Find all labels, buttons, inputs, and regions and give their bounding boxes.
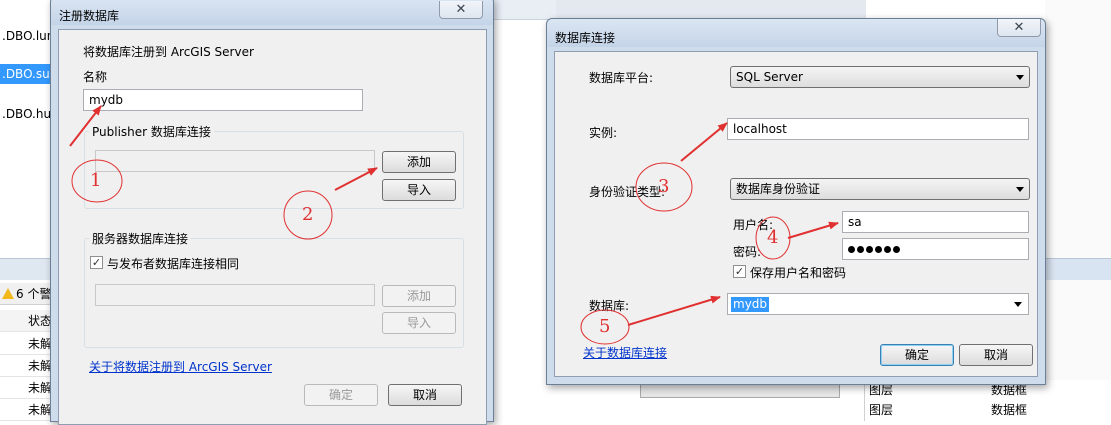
instance-input[interactable]: localhost — [727, 118, 1029, 140]
password-dot — [857, 246, 864, 253]
background-panel-band — [0, 258, 56, 280]
intro-text: 将数据库注册到 ArcGIS Server — [83, 45, 254, 59]
close-button[interactable]: ✕ — [997, 19, 1041, 37]
auth-type-select[interactable]: 数据库身份验证 — [730, 178, 1030, 200]
annotation-step-number: 2 — [302, 204, 314, 225]
database-connection-dialog: 数据库连接 ✕ 数据库平台: SQL Server 实例: localhost … — [546, 18, 1046, 385]
password-dot — [866, 246, 873, 253]
cancel-button[interactable]: 取消 — [388, 384, 462, 406]
same-as-publisher-checkbox[interactable]: ✓ — [90, 256, 103, 269]
instance-label: 实例: — [589, 126, 618, 140]
background-toolbar — [490, 0, 556, 20]
chevron-down-icon — [1016, 75, 1024, 80]
ok-button[interactable]: 确定 — [304, 384, 378, 406]
chevron-down-icon — [1014, 302, 1022, 307]
server-group-label: 服务器数据库连接 — [89, 230, 192, 247]
auth-type-value: 数据库身份验证 — [736, 182, 821, 196]
dialog-title: 注册数据库 — [59, 9, 120, 23]
publisher-group-label: Publisher 数据库连接 — [89, 123, 214, 140]
database-label: 数据库: — [589, 299, 630, 313]
about-register-link[interactable]: 关于将数据注册到 ArcGIS Server — [89, 358, 272, 375]
import-button[interactable]: 导入 — [382, 179, 456, 201]
dialog-client-area: 将数据库注册到 ArcGIS Server 名称 mydb Publisher … — [58, 29, 487, 425]
background-list-item[interactable]: .DBO.hua — [0, 104, 56, 124]
platform-select[interactable]: SQL Server — [730, 66, 1030, 88]
password-input[interactable] — [842, 238, 1029, 260]
password-mask — [848, 242, 902, 256]
annotation-step-number: 4 — [767, 227, 779, 248]
about-connection-link[interactable]: 关于数据库连接 — [583, 344, 667, 361]
background-right-pane — [1045, 0, 1111, 421]
background-list-item[interactable]: .DBO.lun — [0, 26, 56, 46]
database-value: mydb — [731, 297, 770, 312]
password-dot — [848, 246, 855, 253]
warning-count: 6 个警 — [16, 287, 52, 301]
dialog-titlebar[interactable]: 注册数据库 ✕ — [51, 0, 493, 25]
annotation-step-number: 3 — [658, 176, 670, 197]
table-row[interactable]: 未解 — [0, 355, 56, 377]
background-warning-bar[interactable]: 6 个警 — [0, 283, 56, 305]
annotation-step-number: 5 — [599, 316, 611, 337]
server-add-button[interactable]: 添加 — [382, 285, 456, 307]
ok-button[interactable]: 确定 — [880, 344, 954, 366]
close-icon: ✕ — [455, 2, 467, 17]
server-connection-field — [95, 284, 375, 306]
add-button[interactable]: 添加 — [382, 151, 456, 173]
auth-type-label: 身份验证类型: — [589, 185, 666, 199]
chevron-down-icon — [1016, 187, 1024, 192]
database-combobox[interactable]: mydb — [727, 293, 1029, 315]
save-credentials-checkbox[interactable]: ✓ — [733, 265, 746, 278]
background-layer-list: 图层 数据框 图层 数据框 — [864, 380, 1111, 421]
password-dot — [875, 246, 882, 253]
same-as-publisher-label: 与发布者数据库连接相同 — [107, 257, 240, 271]
save-credentials-label: 保存用户名和密码 — [750, 266, 847, 280]
username-input[interactable]: sa — [842, 211, 1029, 233]
password-label: 密码: — [733, 245, 762, 259]
dialog-titlebar[interactable]: 数据库连接 ✕ — [547, 19, 1045, 47]
password-dot — [893, 246, 900, 253]
background-list-item-selected[interactable]: .DBO.sus — [0, 64, 56, 84]
warning-icon — [2, 288, 14, 299]
server-import-button[interactable]: 导入 — [382, 312, 456, 334]
table-row[interactable]: 未解 — [0, 399, 56, 421]
close-button[interactable]: ✕ — [439, 1, 483, 19]
table-row[interactable]: 未解 — [0, 333, 56, 355]
platform-label: 数据库平台: — [589, 71, 654, 85]
close-icon: ✕ — [1013, 20, 1025, 35]
name-label: 名称 — [83, 70, 108, 84]
platform-value: SQL Server — [736, 70, 803, 84]
table-row[interactable]: 未解 — [0, 377, 56, 399]
password-dot — [884, 246, 891, 253]
register-database-dialog: 注册数据库 ✕ 将数据库注册到 ArcGIS Server 名称 mydb Pu… — [50, 0, 494, 425]
publisher-connection-field — [95, 150, 375, 172]
cancel-button[interactable]: 取消 — [959, 344, 1033, 366]
dialog-title: 数据库连接 — [555, 31, 616, 45]
background-column-header[interactable]: 状态 — [0, 310, 56, 332]
background-right-band — [1045, 258, 1111, 280]
list-item[interactable]: 图层 数据框 — [865, 400, 1111, 420]
annotation-step-number: 1 — [90, 170, 102, 191]
name-input[interactable]: mydb — [83, 89, 363, 111]
dialog-client-area: 数据库平台: SQL Server 实例: localhost 身份验证类型: … — [554, 51, 1038, 377]
